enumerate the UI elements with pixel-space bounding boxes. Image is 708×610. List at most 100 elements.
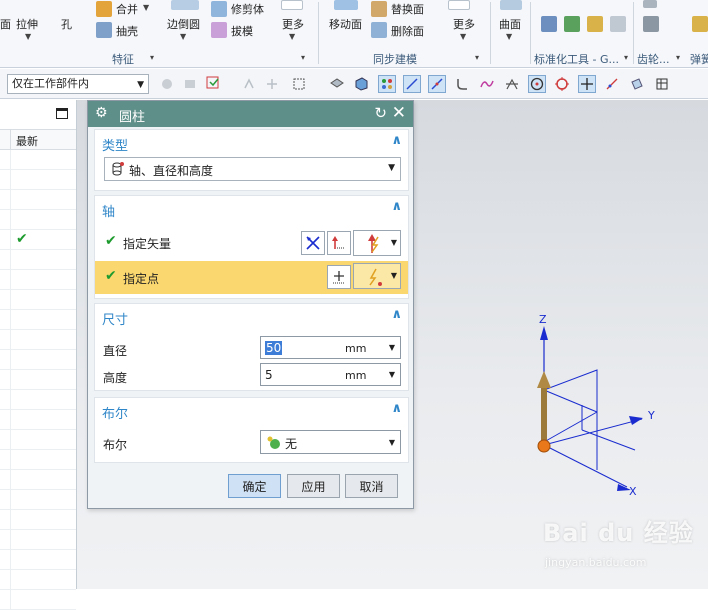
edge-blend-button[interactable]: 边倒圆 bbox=[167, 16, 200, 32]
spring-tool-icon[interactable] bbox=[692, 16, 708, 32]
latest-column-label[interactable]: 最新 bbox=[16, 133, 38, 149]
std-tool-icon-4[interactable] bbox=[610, 16, 626, 32]
delete-face-button[interactable]: 删除面 bbox=[391, 23, 424, 39]
gear-tool-icon-2[interactable] bbox=[643, 0, 657, 8]
sync-group-expand-icon[interactable]: ▾ bbox=[475, 53, 479, 62]
unite-button[interactable]: 合并 bbox=[116, 1, 138, 17]
list-item[interactable] bbox=[0, 370, 76, 390]
gear-icon[interactable]: ⚙ bbox=[95, 105, 108, 121]
boolean-select[interactable]: 无 ▼ bbox=[260, 430, 401, 454]
point-snap-icon[interactable] bbox=[378, 75, 396, 93]
point-type-dropdown[interactable]: ▼ bbox=[353, 263, 401, 289]
list-item[interactable] bbox=[0, 290, 76, 310]
control-point-icon[interactable] bbox=[453, 75, 471, 93]
shell-button[interactable]: 抽壳 bbox=[116, 23, 138, 39]
list-item[interactable] bbox=[0, 450, 76, 470]
list-item[interactable] bbox=[0, 350, 76, 370]
height-input[interactable]: 5 mm ▼ bbox=[260, 363, 401, 386]
list-item[interactable] bbox=[0, 570, 76, 590]
draft-button[interactable]: 拔模 bbox=[231, 23, 253, 39]
filter-icon-2[interactable] bbox=[181, 75, 199, 93]
move-face-button[interactable]: 移动面 bbox=[329, 16, 362, 32]
arc-center-icon[interactable] bbox=[528, 75, 546, 93]
axis-section-header[interactable]: 轴 bbox=[102, 201, 115, 220]
gear-tool-icon-1[interactable] bbox=[643, 16, 659, 32]
trim-body-button[interactable]: 修剪体 bbox=[231, 1, 264, 17]
chevron-down-icon[interactable]: ▼ bbox=[389, 343, 395, 352]
ok-button[interactable]: 确定 bbox=[228, 474, 281, 498]
extrude-dropdown-icon[interactable]: ▼ bbox=[25, 32, 31, 41]
hole-button[interactable]: 孔 bbox=[61, 16, 72, 32]
gear-group-expand-icon[interactable]: ▾ bbox=[676, 53, 680, 62]
collapse-icon[interactable]: ∧ bbox=[391, 401, 402, 416]
std-tool-icon-2[interactable] bbox=[564, 16, 580, 32]
collapse-icon[interactable]: ∧ bbox=[391, 199, 402, 214]
list-item[interactable] bbox=[0, 590, 76, 610]
mid-point-icon[interactable] bbox=[428, 75, 446, 93]
list-item[interactable] bbox=[0, 490, 76, 510]
selection-scope-select[interactable]: 仅在工作部件内 ▼ bbox=[7, 74, 149, 94]
collapse-icon[interactable]: ∧ bbox=[391, 307, 402, 322]
std-tool-icon-3[interactable] bbox=[587, 16, 603, 32]
std-tools-expand-icon[interactable]: ▾ bbox=[624, 53, 628, 62]
intersection-icon[interactable] bbox=[503, 75, 521, 93]
point-on-face-icon[interactable] bbox=[628, 75, 646, 93]
type-section-header[interactable]: 类型 bbox=[102, 135, 128, 154]
more-button-1[interactable]: 更多 bbox=[282, 16, 304, 32]
filter-icon-3[interactable] bbox=[240, 75, 258, 93]
specify-vector-label[interactable]: 指定矢量 bbox=[123, 235, 171, 252]
filter-icon-1[interactable] bbox=[158, 75, 176, 93]
existing-point-icon[interactable] bbox=[578, 75, 596, 93]
list-item[interactable] bbox=[0, 250, 76, 270]
point-on-curve-icon[interactable] bbox=[603, 75, 621, 93]
list-item[interactable] bbox=[0, 150, 76, 170]
vector-handle[interactable] bbox=[541, 382, 547, 444]
collapse-icon[interactable]: ∧ bbox=[391, 133, 402, 148]
diameter-input[interactable]: 50 mm ▼ bbox=[260, 336, 401, 359]
filter-icon-4[interactable] bbox=[263, 75, 281, 93]
quadrant-point-icon[interactable] bbox=[553, 75, 571, 93]
vector-handle-arrow[interactable] bbox=[537, 371, 551, 388]
cube-icon[interactable] bbox=[352, 75, 370, 93]
reverse-direction-button[interactable] bbox=[301, 231, 325, 255]
edge-blend-dropdown-icon[interactable]: ▼ bbox=[180, 32, 186, 41]
vector-dialog-button[interactable] bbox=[327, 231, 351, 255]
feature-group-more-icon[interactable]: ▾ bbox=[150, 53, 154, 62]
ribbon-partial-label[interactable]: 面 bbox=[0, 16, 11, 32]
surface-button[interactable]: 曲面 bbox=[499, 16, 521, 32]
list-item[interactable] bbox=[0, 210, 76, 230]
list-item[interactable] bbox=[0, 410, 76, 430]
list-item[interactable] bbox=[0, 550, 76, 570]
list-item[interactable]: ✔ bbox=[0, 230, 76, 250]
list-item[interactable] bbox=[0, 510, 76, 530]
point-dialog-button[interactable] bbox=[327, 265, 351, 289]
extrude-button[interactable]: 拉伸 bbox=[16, 16, 38, 32]
more-dropdown-icon-2[interactable]: ▼ bbox=[460, 32, 466, 41]
more-button-2[interactable]: 更多 bbox=[453, 16, 475, 32]
dimensions-section-header[interactable]: 尺寸 bbox=[102, 309, 128, 328]
bounding-box-icon[interactable] bbox=[653, 75, 671, 93]
apply-button[interactable]: 应用 bbox=[287, 474, 340, 498]
unite-dropdown-icon[interactable]: ▼ bbox=[143, 3, 149, 12]
feature-group-expand-icon[interactable]: ▾ bbox=[301, 53, 305, 62]
chevron-down-icon[interactable]: ▼ bbox=[389, 370, 395, 379]
list-item[interactable] bbox=[0, 170, 76, 190]
solid-icon[interactable] bbox=[328, 75, 346, 93]
list-item[interactable] bbox=[0, 330, 76, 350]
type-select[interactable]: 轴、直径和高度 ▼ bbox=[104, 157, 401, 181]
vector-type-dropdown[interactable]: ▼ bbox=[353, 230, 401, 256]
end-point-icon[interactable] bbox=[403, 75, 421, 93]
surface-dropdown-icon[interactable]: ▼ bbox=[506, 32, 512, 41]
list-item[interactable] bbox=[0, 470, 76, 490]
std-tool-icon-1[interactable] bbox=[541, 16, 557, 32]
list-item[interactable] bbox=[0, 190, 76, 210]
list-item[interactable] bbox=[0, 430, 76, 450]
list-item[interactable] bbox=[0, 270, 76, 290]
boolean-section-header[interactable]: 布尔 bbox=[102, 403, 128, 422]
origin-point-handle[interactable] bbox=[537, 439, 551, 453]
list-item[interactable] bbox=[0, 390, 76, 410]
list-item[interactable] bbox=[0, 530, 76, 550]
more-dropdown-icon-1[interactable]: ▼ bbox=[289, 32, 295, 41]
dialog-title-bar[interactable]: ⚙ 圆柱 ↻ ✕ bbox=[88, 101, 413, 127]
cancel-button[interactable]: 取消 bbox=[345, 474, 398, 498]
